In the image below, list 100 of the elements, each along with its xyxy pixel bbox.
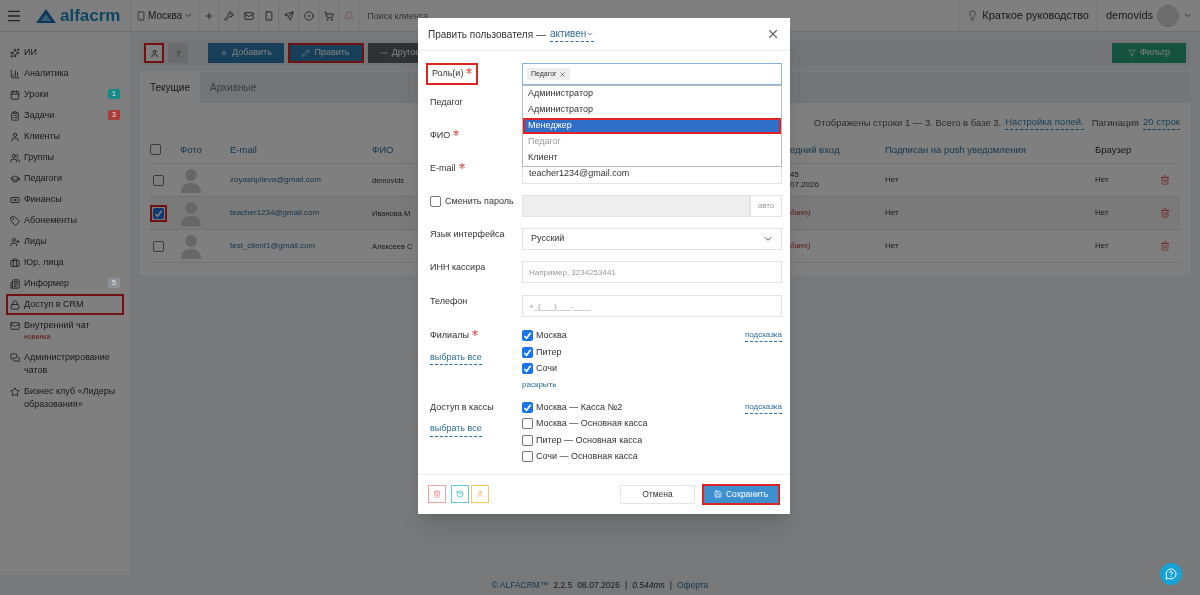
- column-header[interactable]: едний вход: [790, 142, 840, 157]
- field-label: E-mail: [430, 163, 465, 173]
- field-label: Педагог: [430, 97, 463, 107]
- wrench-icon[interactable]: [223, 10, 234, 21]
- fields-settings-link[interactable]: Настройка полей.: [1005, 115, 1084, 131]
- sidebar-item[interactable]: Бизнес клуб «Лидеры образования»: [6, 380, 124, 415]
- footer-text: |: [624, 578, 628, 592]
- field-label: Доступ в кассы: [430, 400, 494, 414]
- sidebar-item[interactable]: Педагоги: [6, 168, 124, 189]
- inn-field[interactable]: Например, 3234253441: [522, 261, 782, 283]
- select-all-link[interactable]: выбрать все: [430, 350, 482, 365]
- required-icon: [453, 130, 460, 136]
- checkbox-label[interactable]: Питер: [536, 345, 562, 359]
- phone-field[interactable]: +_(___)___-____: [522, 295, 782, 317]
- add-icon[interactable]: [203, 10, 214, 21]
- table-cell: Нет: [885, 240, 899, 253]
- expand-link[interactable]: раскрыть: [522, 378, 557, 391]
- checkbox[interactable]: [153, 240, 164, 252]
- checkbox-label[interactable]: Москва — Основная касса: [536, 417, 648, 431]
- delete-icon[interactable]: [1160, 208, 1170, 219]
- user-button[interactable]: [471, 485, 489, 503]
- required-icon: [458, 163, 465, 169]
- toolbar-button[interactable]: Добавить: [208, 43, 284, 63]
- checkbox[interactable]: [522, 330, 533, 342]
- select-all-checkbox[interactable]: [150, 144, 161, 156]
- checkbox[interactable]: [522, 418, 533, 430]
- footer-link[interactable]: © ALFACRM™: [491, 578, 549, 592]
- table-cell: 07.2026: [790, 180, 819, 191]
- sidebar-item-label: Группы: [24, 151, 55, 164]
- email-link[interactable]: zoyashpileva@gmail.com: [230, 174, 321, 187]
- checkbox-label[interactable]: Питер — Основная касса: [536, 433, 643, 447]
- sidebar-item-label: Доступ в CRM: [24, 298, 85, 311]
- checkbox[interactable]: [522, 346, 533, 358]
- checkbox-label[interactable]: Москва: [536, 329, 567, 343]
- sidebar-item[interactable]: Аналитика: [6, 63, 124, 84]
- checkbox[interactable]: [522, 363, 533, 375]
- save-button[interactable]: Сохранить: [702, 483, 780, 505]
- bell-icon[interactable]: [343, 10, 354, 21]
- email-link[interactable]: test_client1@gmail.com: [230, 240, 316, 253]
- delete-button[interactable]: [428, 485, 446, 503]
- sidebar-item-icon: [10, 279, 20, 289]
- role-option[interactable]: Менеджер: [523, 118, 781, 134]
- branch-dropdown[interactable]: Москва: [148, 8, 194, 23]
- column-header[interactable]: E-mail: [230, 142, 257, 157]
- sidebar-item[interactable]: Лиды: [6, 231, 124, 252]
- checkbox[interactable]: [430, 196, 441, 208]
- checkbox[interactable]: [153, 174, 164, 186]
- checkbox-label[interactable]: Москва — Касса №2: [536, 400, 623, 414]
- sidebar-item[interactable]: Финансы: [6, 189, 124, 210]
- filter-button[interactable]: Фильтр: [1112, 43, 1186, 63]
- checkbox-label[interactable]: Сочи: [536, 362, 558, 376]
- remove-icon[interactable]: [558, 70, 566, 78]
- sidebar-item-icon: [10, 111, 20, 121]
- sidebar-item-icon: [10, 216, 20, 226]
- sidebar-item[interactable]: Доступ в CRM: [6, 294, 124, 315]
- sidebar-item[interactable]: Юр. лица: [6, 252, 124, 273]
- help-chat-button[interactable]: [1160, 563, 1182, 585]
- tab[interactable]: Архивные: [200, 72, 267, 103]
- footer-link[interactable]: Оферта: [676, 578, 709, 592]
- sidebar-item[interactable]: Клиенты: [6, 126, 124, 147]
- checkbox-label[interactable]: Сменить пароль: [445, 195, 514, 209]
- checkbox[interactable]: [522, 434, 533, 446]
- history-button[interactable]: [451, 485, 469, 503]
- table-cell: дано): [790, 208, 811, 219]
- sidebar-item[interactable]: Абонементы: [6, 210, 124, 231]
- hint-link[interactable]: подсказка: [744, 329, 782, 342]
- pagination-link[interactable]: 20 строк: [1142, 115, 1180, 131]
- view-tab[interactable]: [144, 43, 164, 63]
- circle-icon[interactable]: [303, 10, 314, 21]
- checkbox[interactable]: [522, 401, 533, 413]
- user-name[interactable]: demovids: [1105, 7, 1153, 24]
- select-all-link[interactable]: выбрать все: [430, 422, 482, 437]
- sidebar-item[interactable]: Группы: [6, 147, 124, 168]
- checkbox-label[interactable]: Сочи — Основная касса: [536, 450, 638, 464]
- delete-icon[interactable]: [1160, 241, 1170, 252]
- column-header[interactable]: Фото: [180, 142, 202, 157]
- sidebar-item[interactable]: Администрирование чатов: [6, 346, 124, 381]
- delete-icon[interactable]: [1160, 175, 1170, 186]
- checkbox[interactable]: [153, 207, 164, 219]
- guide-link[interactable]: Краткое руководство: [982, 7, 1089, 24]
- sidebar-item[interactable]: ИИ: [6, 42, 124, 63]
- close-icon[interactable]: [766, 27, 780, 41]
- toolbar-button[interactable]: Править: [288, 43, 364, 63]
- avatar-icon: [180, 167, 202, 194]
- column-header[interactable]: ФИО: [372, 142, 394, 157]
- mail-icon[interactable]: [243, 10, 254, 21]
- caret-icon[interactable]: [1183, 11, 1192, 20]
- status-dropdown[interactable]: активен: [549, 26, 595, 42]
- column-header[interactable]: Браузер: [1095, 142, 1132, 157]
- send-icon[interactable]: [283, 10, 294, 21]
- phone-icon[interactable]: [263, 10, 274, 21]
- cart-icon[interactable]: [323, 10, 334, 21]
- auto-button[interactable]: авто: [750, 195, 782, 217]
- hint-link[interactable]: подсказка: [744, 400, 782, 414]
- column-header[interactable]: Подписан на push уведомления: [885, 142, 1026, 157]
- cancel-button[interactable]: Отмена: [620, 484, 695, 504]
- checkbox[interactable]: [522, 451, 533, 463]
- dots-icon: [379, 49, 388, 57]
- tab[interactable]: Текущие: [140, 72, 200, 103]
- language-select[interactable]: Русский: [522, 228, 782, 250]
